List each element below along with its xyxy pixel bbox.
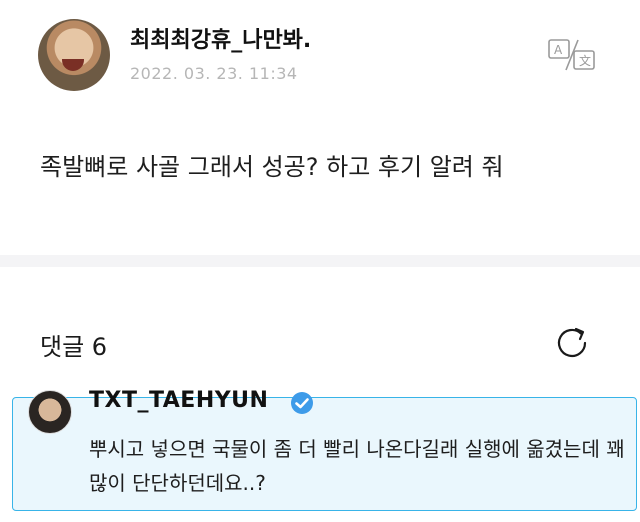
post-header: 최최최강휴_나만봐. 2022. 03. 23. 11:34 A 文 — [0, 0, 640, 110]
comment-item[interactable]: TXT_TAEHYUN 뿌시고 넣으면 국물이 좀 더 빨리 나온다길래 실행에… — [12, 388, 637, 511]
svg-text:A: A — [554, 43, 563, 57]
section-divider — [0, 255, 640, 267]
translate-icon[interactable]: A 文 — [548, 38, 596, 72]
post-content: 족발뼈로 사골 그래서 성공? 하고 후기 알려 줘 — [40, 153, 504, 181]
comment-author[interactable]: TXT_TAEHYUN — [89, 388, 268, 413]
comments-count-title: 댓글 6 — [40, 333, 108, 361]
author-avatar[interactable] — [38, 19, 110, 91]
refresh-icon[interactable] — [552, 323, 592, 363]
comments-header: 댓글 6 — [0, 267, 640, 387]
svg-text:文: 文 — [579, 53, 591, 68]
verified-badge-icon — [291, 392, 313, 414]
comment-text: 뿌시고 넣으면 국물이 좀 더 빨리 나온다길래 실행에 옮겼는데 꽤 많이 단… — [89, 437, 625, 495]
post-date: 2022. 03. 23. 11:34 — [130, 64, 298, 83]
comment-author-avatar[interactable] — [28, 390, 72, 434]
post-author[interactable]: 최최최강휴_나만봐. — [130, 22, 311, 54]
